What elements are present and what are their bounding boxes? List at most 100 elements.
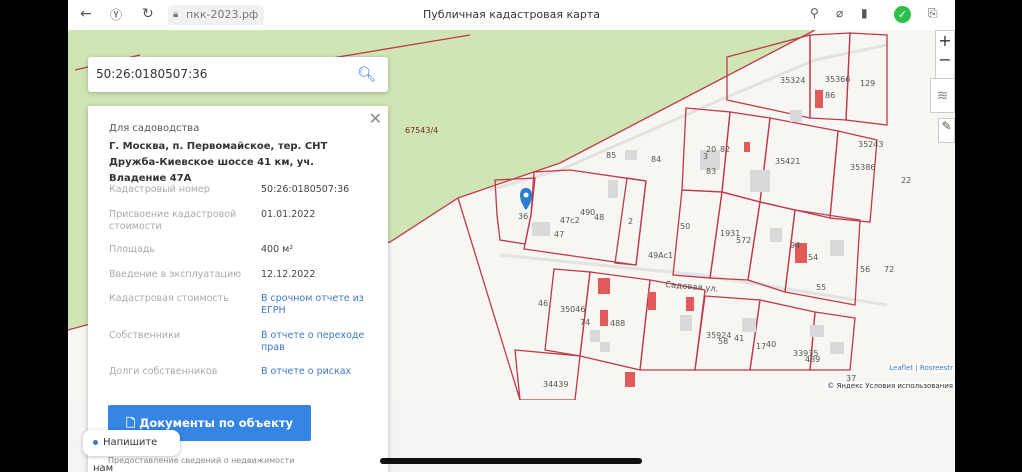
parcel-label: 55 <box>816 283 826 292</box>
browser-toolbar: ← Ⓨ ↻ 🔒︎ пкк-2023.рф Публичная кадастрова… <box>68 0 955 30</box>
url-text: пкк-2023.рф <box>186 8 259 21</box>
parcel-label: 41 <box>734 334 744 343</box>
building <box>680 315 692 331</box>
building <box>532 222 550 236</box>
info-value[interactable]: В отчете о рисках <box>261 366 381 378</box>
zoom-in-button[interactable]: + <box>936 31 954 50</box>
info-value[interactable]: В отчете о переходе прав <box>261 330 381 354</box>
info-key: Площадь <box>109 244 155 255</box>
leaflet-attribution[interactable]: Leaflet | Rosreestr <box>887 364 955 372</box>
search-icon[interactable]: 🔍︎ <box>357 57 376 92</box>
parcel-label: 50 <box>680 222 690 231</box>
parcel-label: 129 <box>860 79 875 88</box>
info-key: Введение в эксплуатацию <box>109 269 242 280</box>
info-key: Кадастровый номер <box>109 184 210 195</box>
building-registered <box>744 142 750 152</box>
extensions-icon[interactable]: ⚲ <box>810 6 819 20</box>
parcel-label: 35046 <box>560 305 585 314</box>
parcel-label: 488 <box>610 319 625 328</box>
parcel-label: 35386 <box>850 163 875 172</box>
building-registered <box>598 278 610 294</box>
parcel-label: 47 <box>554 230 564 239</box>
parcel-label: 3 <box>703 152 708 161</box>
info-key: Присвоение кадастровой стоимости <box>109 209 237 232</box>
zoom-out-button[interactable]: − <box>936 50 954 69</box>
street-label: Садовая ул. <box>665 280 719 295</box>
building <box>770 228 782 242</box>
parcel-label: 35421 <box>775 157 800 166</box>
parcel-label: 40 <box>766 340 776 349</box>
building <box>625 150 637 160</box>
parcel <box>747 201 796 293</box>
parcel-label: 72 <box>884 265 894 274</box>
parcel <box>514 349 581 400</box>
protect-check-icon[interactable]: ✓ <box>894 6 911 23</box>
info-key: Кадастровая стоимость <box>109 293 229 304</box>
parcel-label: 85 <box>606 151 616 160</box>
chat-dot-icon <box>93 439 98 445</box>
building <box>608 180 618 198</box>
parcel-boundary <box>457 197 521 400</box>
zoom-control[interactable]: + − <box>935 30 955 80</box>
documents-button-label: Документы по объекту <box>139 416 294 430</box>
parcel-label: 94 <box>790 241 800 250</box>
parcel-label: 22 <box>901 176 911 185</box>
document-icon: 🗋 <box>125 416 140 430</box>
address-bar[interactable]: 🔒︎ пкк-2023.рф <box>168 5 265 25</box>
building <box>590 330 600 342</box>
parcel-label: 49Ас1 <box>648 251 673 260</box>
ruler-button[interactable]: ✎ <box>938 118 955 143</box>
parcel-label: 46 <box>538 299 548 308</box>
search-value: 50:26:0180507:36 <box>96 67 208 81</box>
bookmark-icon[interactable]: ▮ <box>861 6 868 20</box>
parcel-address: Г. Москва, п. Первомайское, тер. СНТ Дру… <box>109 141 328 184</box>
info-value[interactable]: В срочном отчете из ЕГРН <box>261 293 381 317</box>
parcel-label: 82 <box>720 145 730 154</box>
info-value: 12.12.2022 <box>261 269 316 280</box>
no-tracking-icon[interactable]: ⌀ <box>836 6 843 20</box>
parcel-label: 34439 <box>543 380 568 389</box>
parcel-label: 54 <box>808 253 818 262</box>
parcel-label: 36 <box>518 212 528 221</box>
building <box>600 342 610 352</box>
back-icon[interactable]: ← <box>80 6 92 22</box>
yandex-icon[interactable]: Ⓨ <box>110 6 122 23</box>
building <box>810 325 824 337</box>
lock-icon: 🔒︎ <box>173 9 179 20</box>
parcel-label: 48 <box>594 213 604 222</box>
parcel-label: 86 <box>825 91 835 100</box>
building-registered <box>648 292 656 310</box>
parcel-label: 58 <box>718 337 728 346</box>
building <box>790 110 802 122</box>
parcel-label: 35243 <box>858 140 883 149</box>
parcel-label: 2 <box>628 217 633 226</box>
building-registered <box>600 310 608 326</box>
parcel-label: 74 <box>580 318 590 327</box>
map-marker-icon[interactable] <box>520 188 532 210</box>
building <box>830 240 844 256</box>
info-value: 400 м² <box>261 244 294 255</box>
parcel-label: 56 <box>860 265 870 274</box>
building <box>750 170 770 192</box>
parcel-label: 84 <box>651 155 661 164</box>
building <box>830 342 844 354</box>
parcel <box>759 117 839 219</box>
parcel-label: 47с2 <box>560 216 580 225</box>
info-value: 50:26:0180507:36 <box>261 184 350 195</box>
parcel-label: 67543/4 <box>405 126 438 135</box>
parcel-label: 489 <box>805 355 820 364</box>
building <box>742 318 756 332</box>
chat-button[interactable]: Напишите нам <box>83 430 180 472</box>
yandex-attribution[interactable]: © Яндекс Условия использования <box>825 382 955 390</box>
land-purpose: Для садоводства <box>109 123 200 134</box>
downloads-icon[interactable]: ⎘ <box>928 6 938 21</box>
close-icon[interactable]: ✕ <box>369 109 382 128</box>
screen: ← Ⓨ ↻ 🔒︎ пкк-2023.рф Публичная кадастрова… <box>68 0 955 472</box>
building-registered <box>815 90 823 108</box>
reload-icon[interactable]: ↻ <box>142 6 154 22</box>
layers-button[interactable]: ≋ <box>930 78 955 113</box>
info-value: 01.01.2022 <box>261 209 316 220</box>
footnote: Предоставление сведений о недвижимости <box>108 456 295 465</box>
search-input[interactable]: 50:26:0180507:36 🔍︎ <box>88 57 388 92</box>
parcel-info-panel: ✕ Для садоводства Г. Москва, п. Первомай… <box>88 106 388 472</box>
